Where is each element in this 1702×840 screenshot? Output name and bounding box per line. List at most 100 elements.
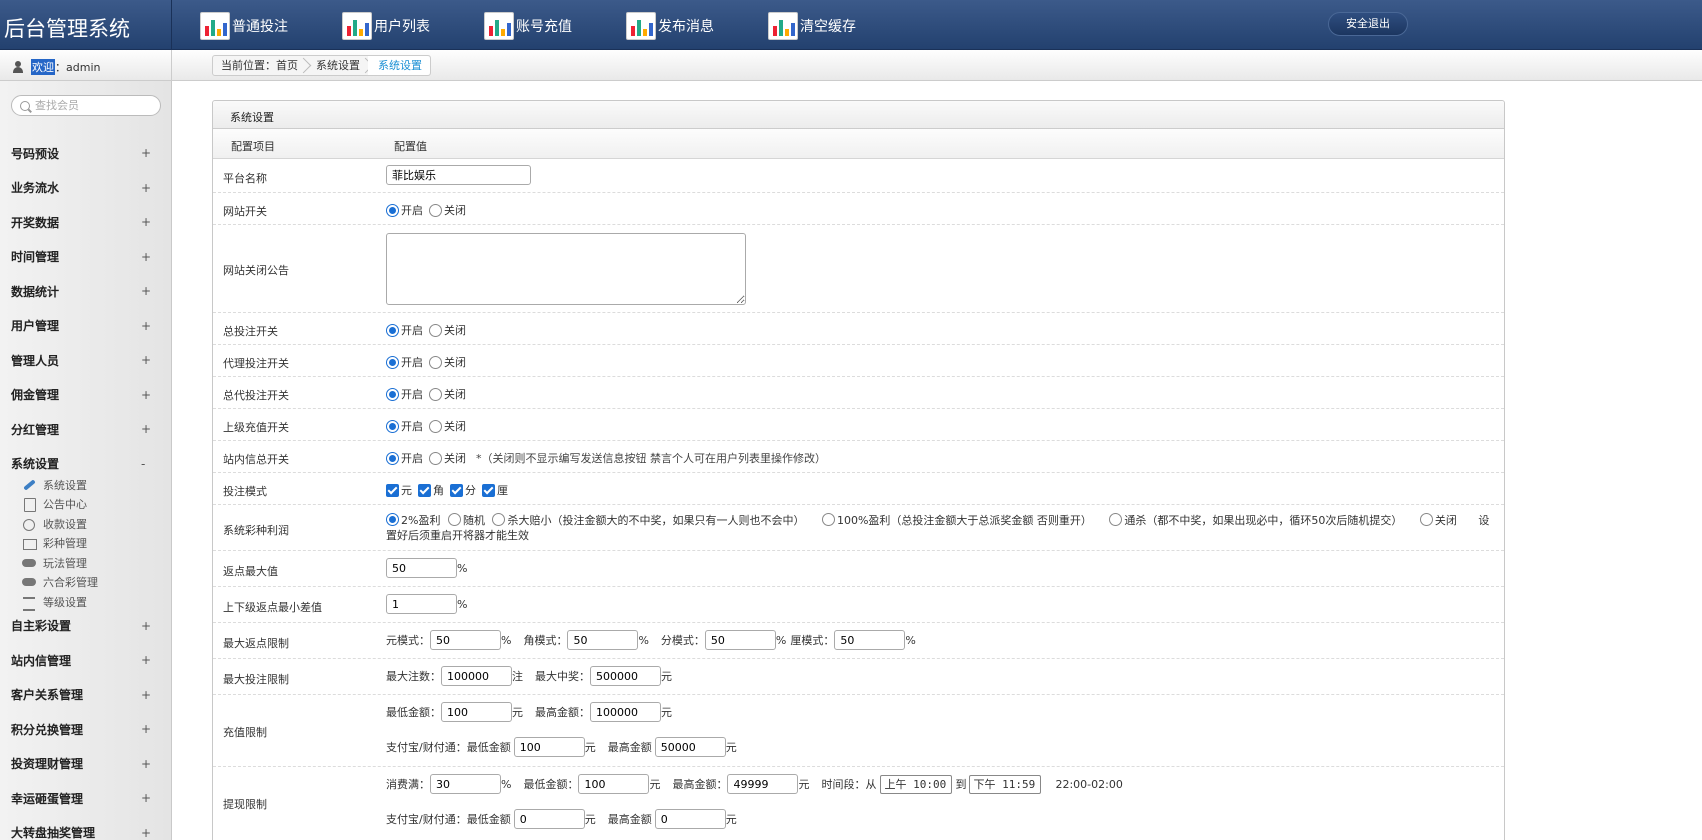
sidebar-sub-item[interactable]: 六合彩管理 — [21, 574, 98, 591]
sidebar-group[interactable]: 系统设置 - — [0, 454, 171, 474]
max-prize-input[interactable] — [590, 666, 661, 686]
internal-msg-on-radio[interactable] — [386, 451, 399, 465]
bet-mode-fen-checkbox[interactable] — [450, 483, 463, 497]
close-notice-textarea[interactable] — [386, 233, 746, 305]
expand-toggle-icon[interactable]: + — [141, 353, 151, 367]
search-icon[interactable] — [20, 100, 30, 111]
breadcrumb-home[interactable]: 当前位置：首页 — [213, 56, 306, 75]
rebate-min-diff-input[interactable] — [386, 594, 457, 614]
expand-toggle-icon[interactable]: + — [141, 284, 151, 298]
withdraw-alipay-min-input[interactable] — [513, 809, 585, 829]
nav-clear-cache[interactable]: 清空缓存 — [768, 10, 856, 42]
platform-name-input[interactable] — [386, 165, 531, 185]
bet-mode-yuan-checkbox[interactable] — [386, 483, 399, 497]
sidebar-group[interactable]: 幸运砸蛋管理 + — [0, 788, 171, 808]
sidebar-sub-item[interactable]: 系统设置 — [21, 476, 87, 493]
expand-toggle-icon[interactable]: + — [141, 653, 151, 667]
bet-mode-li-checkbox[interactable] — [482, 483, 495, 497]
withdraw-alipay-max-input[interactable] — [654, 809, 726, 829]
max-bet-count-input[interactable] — [441, 666, 512, 686]
total-bet-off-radio[interactable] — [429, 323, 442, 337]
withdraw-consume-input[interactable] — [430, 774, 501, 794]
field-label: 最大中奖： — [535, 670, 590, 683]
profit-off-radio[interactable] — [1419, 513, 1433, 526]
sidebar-group[interactable]: 佣金管理 + — [0, 385, 171, 405]
expand-toggle-icon[interactable]: + — [141, 791, 151, 805]
recharge-min-input[interactable] — [441, 702, 512, 722]
internal-msg-off-radio[interactable] — [429, 451, 442, 465]
nav-publish-message[interactable]: 发布消息 — [626, 10, 714, 42]
rebate-yuan-input[interactable] — [430, 630, 501, 650]
expand-toggle-icon[interactable]: + — [141, 250, 151, 264]
expand-toggle-icon[interactable]: + — [141, 826, 151, 840]
withdraw-from-time-input[interactable]: 上午 10:00 — [880, 774, 953, 794]
sidebar-sub-item[interactable]: 公告中心 — [21, 496, 87, 513]
field-label: 最高金额： — [672, 778, 728, 791]
sidebar-group[interactable]: 大转盘抽奖管理 + — [0, 823, 171, 840]
profit-kill-all-radio[interactable] — [1109, 513, 1123, 526]
sidebar-group[interactable]: 站内信管理 + — [0, 650, 171, 670]
recharge-alipay-min-input[interactable] — [513, 737, 585, 757]
sidebar-group[interactable]: 号码预设 + — [0, 143, 171, 163]
expand-toggle-icon[interactable]: + — [141, 757, 151, 771]
sidebar-group[interactable]: 数据统计 + — [0, 281, 171, 301]
expand-toggle-icon[interactable]: + — [141, 688, 151, 702]
withdraw-to-time-input[interactable]: 下午 11:59 — [969, 774, 1042, 794]
agent-bet-off-radio[interactable] — [429, 355, 442, 369]
logout-button[interactable]: 安全退出 — [1328, 12, 1408, 36]
expand-toggle-icon[interactable]: + — [141, 215, 151, 229]
bet-mode-jiao-checkbox[interactable] — [418, 483, 431, 497]
general-agent-bet-off-radio[interactable] — [429, 387, 442, 401]
sidebar-group[interactable]: 分红管理 + — [0, 419, 171, 439]
expand-toggle-icon[interactable]: + — [141, 388, 151, 402]
sidebar-group[interactable]: 业务流水 + — [0, 178, 171, 198]
upper-recharge-off-radio[interactable] — [429, 419, 442, 433]
profit-100pct-radio[interactable] — [821, 513, 835, 526]
sidebar-group-label: 业务流水 — [11, 181, 60, 195]
profit-2pct-radio[interactable] — [386, 513, 399, 526]
sidebar-sub-item[interactable]: 彩种管理 — [21, 535, 87, 552]
unit-text: 元 — [798, 778, 810, 791]
rebate-fen-input[interactable] — [704, 630, 776, 650]
sidebar-sub-item[interactable]: 等级设置 — [21, 593, 87, 611]
expand-toggle-icon[interactable]: + — [141, 319, 151, 333]
general-agent-bet-on-radio[interactable] — [386, 387, 399, 401]
recharge-alipay-max-input[interactable] — [654, 737, 726, 757]
sidebar-group-label: 开奖数据 — [11, 215, 60, 230]
upper-recharge-on-radio[interactable] — [386, 419, 399, 433]
rebate-max-input[interactable] — [386, 558, 457, 578]
expand-toggle-icon[interactable]: + — [141, 619, 151, 633]
expand-toggle-icon[interactable]: + — [141, 146, 151, 160]
rebate-li-input[interactable] — [834, 630, 906, 650]
sidebar-group[interactable]: 积分兑换管理 + — [0, 719, 171, 739]
sidebar-group[interactable]: 投资理财管理 + — [0, 754, 171, 774]
profit-kill-big-radio[interactable] — [492, 513, 506, 526]
agent-bet-on-radio[interactable] — [386, 355, 399, 369]
expand-toggle-icon[interactable]: + — [141, 181, 151, 195]
withdraw-min-input[interactable] — [578, 774, 650, 794]
member-search-input[interactable] — [35, 99, 145, 112]
recharge-max-input[interactable] — [590, 702, 661, 722]
sidebar-group[interactable]: 用户管理 + — [0, 316, 171, 336]
total-bet-on-radio[interactable] — [386, 323, 399, 337]
sidebar-sub-item[interactable]: 玩法管理 — [21, 554, 87, 571]
site-switch-off-radio[interactable] — [429, 203, 442, 217]
expand-toggle-icon[interactable]: + — [141, 722, 151, 736]
lottery-profit-label: 系统彩种利润 — [223, 524, 289, 537]
nav-user-list[interactable]: 用户列表 — [342, 10, 430, 42]
expand-toggle-icon[interactable]: + — [141, 422, 151, 436]
sidebar-group[interactable]: 管理人员 + — [0, 350, 171, 370]
sidebar-group[interactable]: 开奖数据 + — [0, 212, 171, 232]
site-switch-on-radio[interactable] — [386, 203, 399, 217]
sidebar-group[interactable]: 自主彩设置 + — [0, 616, 171, 636]
profit-random-radio[interactable] — [447, 513, 461, 526]
sidebar-group[interactable]: 客户关系管理 + — [0, 685, 171, 705]
sidebar-group[interactable]: 时间管理 + — [0, 247, 171, 267]
breadcrumb-system[interactable]: 系统设置 — [306, 56, 368, 75]
nav-normal-bet[interactable]: 普通投注 — [200, 10, 288, 42]
rebate-jiao-input[interactable] — [567, 630, 639, 650]
expand-toggle-icon[interactable]: - — [141, 457, 145, 471]
withdraw-max-input[interactable] — [727, 774, 799, 794]
nav-account-recharge[interactable]: 账号充值 — [484, 10, 572, 42]
sidebar-sub-item[interactable]: 收款设置 — [21, 515, 87, 532]
